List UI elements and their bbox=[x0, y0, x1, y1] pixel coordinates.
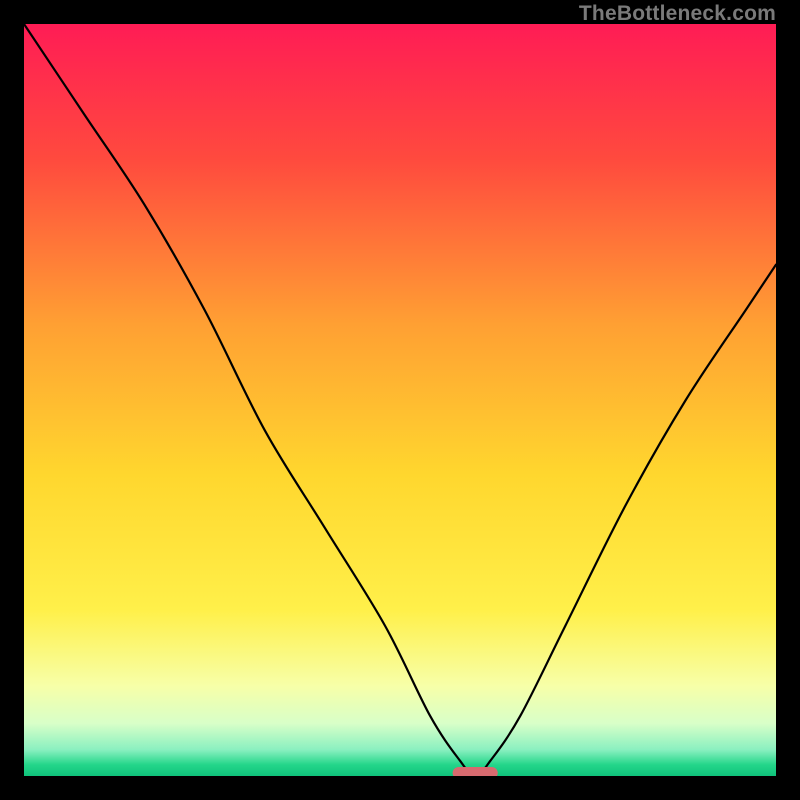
chart-svg bbox=[24, 24, 776, 776]
optimal-marker bbox=[453, 767, 498, 776]
chart-frame bbox=[24, 24, 776, 776]
chart-background bbox=[24, 24, 776, 776]
watermark: TheBottleneck.com bbox=[579, 2, 776, 26]
